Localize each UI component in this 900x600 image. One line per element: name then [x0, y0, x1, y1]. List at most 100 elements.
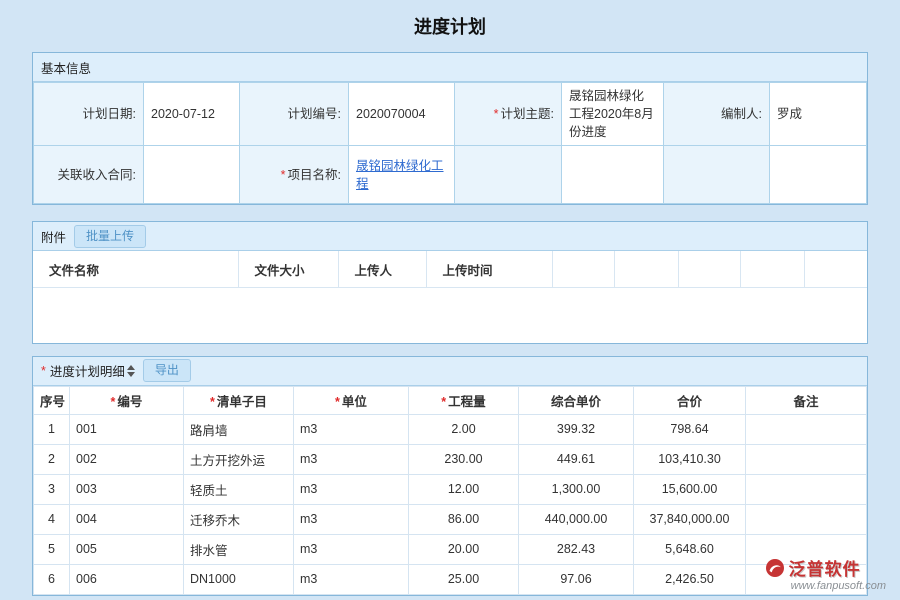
attach-column-header-empty [740, 251, 804, 287]
author-value: 罗成 [770, 83, 867, 146]
cell-quantity: 25.00 [409, 564, 519, 594]
details-column-header-0: 序号 [34, 386, 70, 414]
cell-seq: 1 [34, 414, 70, 444]
attach-column-header-0: 文件名称 [33, 251, 238, 287]
attach-column-header-empty [614, 251, 678, 287]
cell-unit: m3 [294, 534, 409, 564]
cell-remark [746, 504, 867, 534]
details-title: 进度计划明细 [50, 361, 125, 380]
attachments-header-row: 文件名称文件大小上传人上传时间 [33, 251, 867, 287]
contract-label: 关联收入合同: [34, 146, 144, 204]
details-column-header-2: *清单子目 [184, 386, 294, 414]
cell-code: 006 [70, 564, 184, 594]
attachments-empty-area [33, 288, 867, 343]
cell-unit: m3 [294, 474, 409, 504]
details-column-header-4: *工程量 [409, 386, 519, 414]
details-column-label: 合价 [677, 395, 702, 409]
cell-total: 798.64 [634, 414, 746, 444]
cell-remark [746, 414, 867, 444]
details-column-label: 清单子目 [217, 395, 267, 409]
basic-info-section: 基本信息 计划日期: 2020-07-12 计划编号: 2020070004 *… [32, 52, 868, 205]
cell-remark [746, 444, 867, 474]
details-title-group: * 进度计划明细 [41, 361, 135, 380]
details-column-label: 单位 [342, 395, 367, 409]
required-marker: * [335, 395, 340, 409]
attach-column-header-empty [678, 251, 740, 287]
basic-info-table: 计划日期: 2020-07-12 计划编号: 2020070004 *计划主题:… [33, 82, 867, 204]
cell-remark [746, 474, 867, 504]
empty-label-cell [455, 146, 562, 204]
cell-item: 轻质土 [184, 474, 294, 504]
project-label: *项目名称: [240, 146, 349, 204]
sort-icon[interactable] [127, 365, 135, 377]
table-row: 4004迁移乔木m386.00440,000.0037,840,000.00 [34, 504, 867, 534]
attach-column-header-empty [552, 251, 614, 287]
cell-unit: m3 [294, 564, 409, 594]
plan-date-value: 2020-07-12 [144, 83, 240, 146]
required-marker: * [494, 107, 499, 121]
cell-quantity: 2.00 [409, 414, 519, 444]
project-name-cell: 晟铭园林绿化工程 [349, 146, 455, 204]
fanpu-logo-icon [765, 558, 785, 578]
plan-subject-value: 晟铭园林绿化工程2020年8月份进度 [562, 83, 664, 146]
basic-info-title: 基本信息 [41, 58, 91, 77]
contract-value [144, 146, 240, 204]
cell-seq: 4 [34, 504, 70, 534]
plan-date-label: 计划日期: [34, 83, 144, 146]
details-header-bar: * 进度计划明细 导出 [33, 357, 867, 386]
watermark-top: 泛普软件 [765, 555, 886, 580]
required-marker: * [111, 395, 116, 409]
required-marker: * [441, 395, 446, 409]
cell-quantity: 20.00 [409, 534, 519, 564]
cell-code: 004 [70, 504, 184, 534]
attach-column-header-3: 上传时间 [426, 251, 552, 287]
cell-code: 005 [70, 534, 184, 564]
basic-info-row-1: 计划日期: 2020-07-12 计划编号: 2020070004 *计划主题:… [34, 83, 867, 146]
cell-item: DN1000 [184, 564, 294, 594]
cell-item: 路肩墙 [184, 414, 294, 444]
cell-code: 002 [70, 444, 184, 474]
project-name-link[interactable]: 晟铭园林绿化工程 [356, 159, 444, 191]
basic-info-row-2: 关联收入合同: *项目名称: 晟铭园林绿化工程 [34, 146, 867, 204]
details-header-row: 序号*编号*清单子目*单位*工程量综合单价合价备注 [34, 386, 867, 414]
table-row: 6006DN1000m325.0097.062,426.50 [34, 564, 867, 594]
watermark-url: www.fanpusoft.com [765, 580, 886, 592]
cell-code: 001 [70, 414, 184, 444]
required-marker: * [281, 168, 286, 182]
cell-unit_price: 97.06 [519, 564, 634, 594]
cell-total: 5,648.60 [634, 534, 746, 564]
attach-column-header-2: 上传人 [338, 251, 426, 287]
cell-unit: m3 [294, 444, 409, 474]
required-marker: * [41, 364, 46, 378]
cell-total: 37,840,000.00 [634, 504, 746, 534]
cell-quantity: 86.00 [409, 504, 519, 534]
table-row: 1001路肩墙m32.00399.32798.64 [34, 414, 867, 444]
cell-code: 003 [70, 474, 184, 504]
required-marker: * [210, 395, 215, 409]
cell-seq: 2 [34, 444, 70, 474]
attachments-section: 附件 批量上传 文件名称文件大小上传人上传时间 [32, 221, 868, 344]
details-column-label: 工程量 [448, 395, 486, 409]
plan-no-label: 计划编号: [240, 83, 349, 146]
basic-info-header-bar: 基本信息 [33, 53, 867, 82]
plan-no-value: 2020070004 [349, 83, 455, 146]
cell-unit_price: 399.32 [519, 414, 634, 444]
batch-upload-button[interactable]: 批量上传 [74, 225, 146, 248]
page-title: 进度计划 [0, 0, 900, 52]
details-column-label: 备注 [793, 395, 818, 409]
details-column-header-1: *编号 [70, 386, 184, 414]
empty-value-cell [562, 146, 664, 204]
watermark: 泛普软件 www.fanpusoft.com [765, 555, 886, 592]
details-column-header-6: 合价 [634, 386, 746, 414]
cell-unit_price: 449.61 [519, 444, 634, 474]
empty-label-cell [664, 146, 770, 204]
cell-unit: m3 [294, 414, 409, 444]
cell-quantity: 230.00 [409, 444, 519, 474]
details-table: 序号*编号*清单子目*单位*工程量综合单价合价备注 1001路肩墙m32.003… [33, 386, 867, 595]
cell-unit_price: 282.43 [519, 534, 634, 564]
attach-column-header-1: 文件大小 [238, 251, 338, 287]
details-table-body: 1001路肩墙m32.00399.32798.642002土方开挖外运m3230… [34, 414, 867, 594]
cell-item: 土方开挖外运 [184, 444, 294, 474]
export-button[interactable]: 导出 [143, 359, 191, 382]
watermark-brand: 泛普软件 [789, 555, 861, 580]
